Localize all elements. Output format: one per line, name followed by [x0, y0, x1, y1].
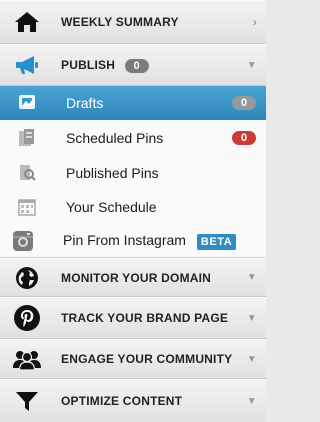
drafts-icon — [10, 86, 44, 120]
chevron-down-icon: ▼ — [246, 312, 257, 324]
instagram-text: Pin From Instagram — [63, 231, 186, 248]
nav-engage-community[interactable]: ENGAGE YOUR COMMUNITY ▼ — [0, 339, 266, 379]
scheduled-count-badge: 0 — [232, 131, 256, 145]
nav-weekly-summary[interactable]: WEEKLY SUMMARY › — [0, 0, 266, 44]
published-pins-label: Published Pins — [66, 165, 159, 181]
publish-label: PUBLISH 0 — [61, 58, 149, 73]
publish-count-badge: 0 — [124, 58, 149, 73]
track-label: TRACK YOUR BRAND PAGE — [61, 311, 229, 325]
nav-publish[interactable]: PUBLISH 0 ▼ — [0, 44, 266, 86]
funnel-icon — [10, 380, 44, 422]
people-icon — [10, 340, 44, 378]
megaphone-icon — [10, 45, 44, 85]
nav-published-pins[interactable]: Published Pins — [0, 156, 266, 190]
published-pins-icon — [10, 156, 44, 190]
sidebar-nav: WEEKLY SUMMARY › PUBLISH 0 ▼ Drafts 0 Sc… — [0, 0, 266, 422]
weekly-summary-label: WEEKLY SUMMARY — [61, 15, 179, 29]
nav-pin-from-instagram[interactable]: Pin From Instagram BETA — [0, 224, 266, 258]
your-schedule-label: Your Schedule — [66, 199, 157, 215]
optimize-label: OPTIMIZE CONTENT — [61, 394, 183, 408]
nav-track-brand-page[interactable]: TRACK YOUR BRAND PAGE ▼ — [0, 297, 266, 339]
nav-your-schedule[interactable]: Your Schedule — [0, 190, 266, 224]
instagram-icon — [6, 224, 40, 257]
chevron-right-icon: › — [252, 15, 257, 29]
scheduled-pins-icon — [10, 120, 44, 156]
engage-label: ENGAGE YOUR COMMUNITY — [61, 352, 233, 366]
home-icon — [10, 1, 44, 43]
nav-drafts[interactable]: Drafts 0 — [0, 86, 266, 120]
globe-icon — [10, 259, 44, 296]
pin-from-instagram-label: Pin From Instagram BETA — [63, 231, 237, 250]
publish-text: PUBLISH — [61, 57, 116, 72]
calendar-icon — [10, 190, 44, 224]
nav-optimize-content[interactable]: OPTIMIZE CONTENT ▼ — [0, 379, 266, 422]
nav-scheduled-pins[interactable]: Scheduled Pins 0 — [0, 120, 266, 156]
chevron-down-icon: ▼ — [246, 59, 257, 71]
chevron-down-icon: ▼ — [246, 395, 257, 407]
pinterest-icon — [10, 298, 44, 338]
drafts-label: Drafts — [66, 95, 104, 111]
chevron-down-icon: ▼ — [246, 353, 257, 365]
beta-badge: BETA — [196, 233, 237, 250]
monitor-label: MONITOR YOUR DOMAIN — [61, 270, 212, 285]
nav-monitor-domain[interactable]: MONITOR YOUR DOMAIN ▼ — [0, 258, 266, 297]
scheduled-pins-label: Scheduled Pins — [66, 130, 164, 146]
drafts-count-badge: 0 — [232, 96, 256, 110]
chevron-down-icon: ▼ — [246, 272, 257, 283]
